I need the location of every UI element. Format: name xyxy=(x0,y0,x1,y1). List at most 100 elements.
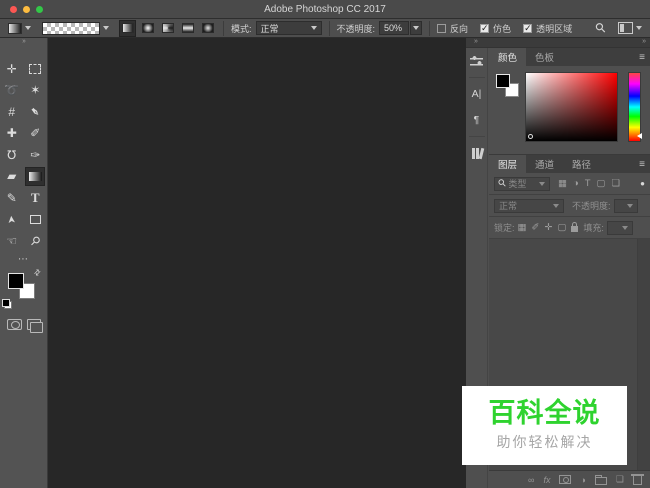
move-tool[interactable]: ✛ xyxy=(0,58,24,80)
brush-tool[interactable]: ✐ xyxy=(24,123,48,145)
dither-checkbox[interactable]: 仿色 xyxy=(480,22,515,35)
layers-bottom-bar: ∞ fx ◑ ❏ xyxy=(489,470,650,488)
radial-gradient-button[interactable] xyxy=(139,20,156,37)
type-tool[interactable]: T xyxy=(24,187,48,209)
filter-adjustment-icon[interactable]: ◑ xyxy=(573,178,579,189)
tab-channels[interactable]: 通道 xyxy=(526,155,563,173)
reverse-checkbox[interactable]: 反向 xyxy=(437,22,472,35)
panel-column-header: » » xyxy=(466,38,650,48)
lock-paint-icon[interactable]: ✐ xyxy=(532,222,540,233)
quick-mask-button[interactable] xyxy=(6,318,22,330)
layer-style-icon[interactable]: fx xyxy=(543,475,550,485)
angle-gradient-button[interactable] xyxy=(159,20,176,37)
add-mask-icon[interactable] xyxy=(559,475,572,484)
tab-paths[interactable]: 路径 xyxy=(563,155,600,173)
pen-tool[interactable]: ✎ xyxy=(0,187,24,209)
delete-layer-icon[interactable] xyxy=(631,474,644,485)
lasso-tool[interactable]: ➰ xyxy=(0,80,24,102)
chevron-down-icon[interactable] xyxy=(103,26,109,30)
eraser-tool[interactable]: ▰ xyxy=(0,166,24,188)
transparency-checkbox[interactable]: 透明区域 xyxy=(523,22,576,35)
screen-mode-button[interactable] xyxy=(26,318,43,333)
crop-tool[interactable]: # xyxy=(0,101,24,123)
window-controls[interactable] xyxy=(10,6,43,13)
opacity-dropdown-button[interactable] xyxy=(410,21,423,35)
gradient-icon xyxy=(28,171,42,181)
workspace-switcher[interactable] xyxy=(618,22,642,34)
path-selection-tool[interactable]: ➤ xyxy=(0,209,24,231)
transparency-label: 透明区域 xyxy=(536,23,573,34)
gradient-editor-button[interactable] xyxy=(31,21,109,35)
panel-menu-icon[interactable]: ≡ xyxy=(639,52,645,63)
radial-gradient-icon xyxy=(141,23,154,33)
hue-slider[interactable] xyxy=(628,72,642,142)
move-icon: ✛ xyxy=(6,61,17,76)
gradient-preview[interactable] xyxy=(42,21,100,35)
character-panel-button[interactable]: A| xyxy=(466,81,487,107)
foreground-color-swatch[interactable] xyxy=(496,74,510,88)
opacity-input[interactable]: 50% xyxy=(379,21,410,35)
hue-slider-marker[interactable] xyxy=(637,133,642,139)
tab-layers[interactable]: 图层 xyxy=(489,155,527,173)
reflected-gradient-button[interactable] xyxy=(179,20,196,37)
layer-blend-mode-select[interactable]: 正常 xyxy=(494,198,564,213)
lock-label: 锁定: xyxy=(494,223,515,233)
minimize-window-button[interactable] xyxy=(23,6,30,13)
collapse-panels-icon[interactable]: » xyxy=(474,38,478,45)
marquee-tool[interactable] xyxy=(24,58,48,80)
color-picker-marker[interactable] xyxy=(528,134,533,139)
hand-tool[interactable]: ☜ xyxy=(0,230,24,252)
panel-color-swatches xyxy=(496,74,526,104)
layers-scrollbar[interactable] xyxy=(637,239,650,470)
default-colors-icon[interactable] xyxy=(2,298,12,309)
edit-toolbar-button[interactable]: ⋯ xyxy=(0,254,47,265)
gradient-tool-selected[interactable] xyxy=(24,166,48,188)
lock-all-icon[interactable] xyxy=(571,222,579,232)
panel-menu-icon[interactable]: ≡ xyxy=(639,159,645,170)
libraries-panel-button[interactable] xyxy=(466,140,487,166)
diamond-gradient-button[interactable] xyxy=(199,20,216,37)
foreground-color-swatch[interactable] xyxy=(8,272,24,289)
paragraph-panel-button[interactable]: ¶ xyxy=(466,107,487,133)
lock-transparent-icon[interactable]: ▦ xyxy=(518,222,527,233)
adjustment-layer-icon[interactable]: ◑ xyxy=(580,475,585,485)
checkbox-checked-icon[interactable] xyxy=(523,23,533,34)
blend-mode-select[interactable]: 正常 xyxy=(255,21,322,35)
canvas-area[interactable] xyxy=(49,38,466,488)
checkbox-unchecked-icon[interactable] xyxy=(437,23,447,33)
eyedropper-tool[interactable]: ✒ xyxy=(24,101,48,123)
shape-tool[interactable] xyxy=(24,209,48,231)
new-group-icon[interactable] xyxy=(594,474,607,485)
healing-brush-tool[interactable]: ✚ xyxy=(0,123,24,145)
tab-color[interactable]: 颜色 xyxy=(489,48,527,66)
zoom-tool[interactable]: ⚲ xyxy=(24,230,48,252)
lock-artboard-icon[interactable]: ▢ xyxy=(557,222,566,233)
saturation-brightness-picker[interactable] xyxy=(525,72,618,142)
filter-smart-object-icon[interactable]: ❏ xyxy=(612,178,621,189)
new-layer-icon[interactable]: ❏ xyxy=(616,474,624,485)
clone-stamp-tool[interactable]: ℧ xyxy=(0,144,24,166)
filter-toggle-icon[interactable]: ● xyxy=(640,179,645,188)
lock-move-icon[interactable]: ✛ xyxy=(544,222,552,233)
close-window-button[interactable] xyxy=(10,6,17,13)
filter-type-icon[interactable]: T xyxy=(585,178,591,189)
magic-wand-tool[interactable]: ✶ xyxy=(24,80,48,102)
link-layers-icon[interactable]: ∞ xyxy=(528,475,534,485)
swap-colors-icon[interactable]: ⇄ xyxy=(32,266,43,277)
collapse-toolbar-button[interactable]: ›› xyxy=(0,38,47,50)
history-brush-tool[interactable]: ✑ xyxy=(24,144,48,166)
chevron-down-icon xyxy=(539,181,545,186)
filter-shape-icon[interactable]: ▢ xyxy=(597,178,606,189)
adjustments-panel-button[interactable] xyxy=(466,48,487,74)
tool-preset-picker[interactable] xyxy=(8,22,31,34)
checkbox-checked-icon[interactable] xyxy=(480,23,490,34)
layer-opacity-input[interactable] xyxy=(613,198,638,213)
linear-gradient-button[interactable] xyxy=(119,19,136,37)
search-icon[interactable]: ⚲ xyxy=(592,19,610,37)
filter-image-icon[interactable]: ▦ xyxy=(558,178,567,189)
layer-fill-input[interactable] xyxy=(606,220,633,235)
zoom-window-button[interactable] xyxy=(36,6,43,13)
tab-swatches[interactable]: 色板 xyxy=(526,48,563,66)
collapse-panels-icon[interactable]: » xyxy=(642,38,646,45)
layer-filter-select[interactable]: ⚲ 类型 xyxy=(494,176,550,191)
